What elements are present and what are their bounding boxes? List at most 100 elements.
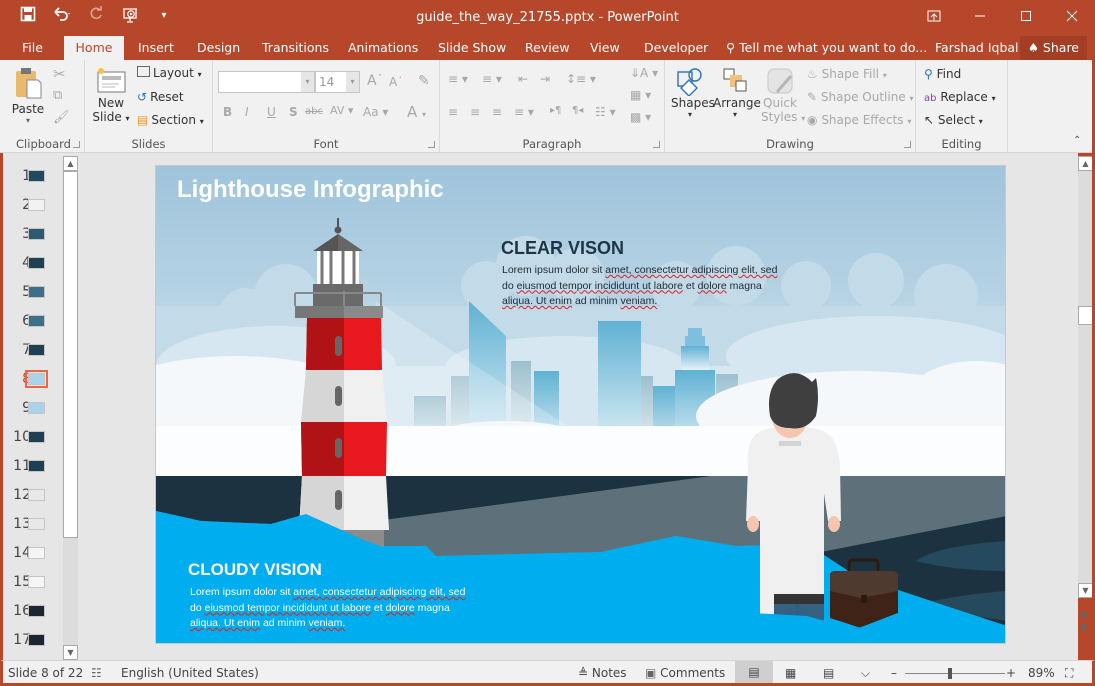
quick-styles-button[interactable]: Quick Styles ▾ [761, 66, 805, 124]
ribbon-display-options-icon[interactable] [911, 0, 957, 32]
slide-thumbnail[interactable]: 14 [3, 543, 65, 563]
slide-thumbnail-image[interactable] [28, 344, 45, 356]
slide-thumbnail[interactable]: 15 [3, 572, 65, 592]
italic-icon[interactable]: I [245, 105, 249, 119]
slide-thumbnail[interactable]: 12 [3, 485, 65, 505]
increase-indent-icon[interactable]: ⇥ [540, 72, 550, 86]
align-left-icon[interactable]: ≡ [448, 105, 458, 119]
notes-button[interactable]: ≜ Notes [578, 666, 627, 680]
scroll-thumb[interactable] [63, 171, 78, 538]
paragraph-launcher[interactable] [653, 141, 660, 148]
arrange-button[interactable]: Arrange ▾ [713, 66, 761, 119]
copy-icon[interactable]: ⧉ [53, 88, 62, 103]
bullets-icon[interactable]: ≡ ▾ [448, 72, 468, 86]
scroll-down-button[interactable]: ▼ [63, 645, 78, 660]
find-button[interactable]: ⚲ Find [924, 67, 961, 81]
maximize-icon[interactable] [1003, 0, 1049, 32]
slide-thumbnail[interactable]: 11 [3, 456, 65, 476]
slide-thumbnail-image[interactable] [28, 634, 45, 646]
tab-home[interactable]: Home [64, 36, 124, 60]
slide-thumbnail-image[interactable] [28, 315, 45, 327]
scroll-down-button[interactable]: ▼ [1078, 583, 1093, 598]
zoom-level[interactable]: 89% [1028, 666, 1055, 680]
slide-thumbnail-image[interactable] [28, 431, 45, 443]
slide-thumbnail-image[interactable] [28, 547, 45, 559]
user-name[interactable]: Farshad Iqbal [925, 36, 1029, 60]
slide-thumbnail-image[interactable] [28, 257, 45, 269]
smartart-icon[interactable]: ▩ ▾ [630, 110, 651, 124]
language-indicator[interactable]: English (United States) [121, 666, 259, 680]
tab-animations[interactable]: Animations [338, 36, 428, 60]
shapes-button[interactable]: Shapes ▾ [671, 66, 715, 119]
change-case-icon[interactable]: Aa ▾ [363, 105, 388, 119]
font-name-input[interactable]: ▾ [218, 71, 315, 93]
slide-thumbnail[interactable]: 13 [3, 514, 65, 534]
slide-thumbnail[interactable]: 16 [3, 601, 65, 621]
slide-thumbnail-image[interactable] [28, 170, 45, 182]
tab-developer[interactable]: Developer [634, 36, 718, 60]
format-painter-icon[interactable]: 🖌︎ [53, 110, 70, 125]
replace-button[interactable]: ab Replace ▾ [924, 90, 996, 104]
tell-me-box[interactable]: ⚲ Tell me what you want to do... [716, 36, 937, 60]
shape-outline-button[interactable]: ✎ Shape Outline ▾ [807, 90, 914, 104]
drawing-launcher[interactable] [904, 141, 911, 148]
close-icon[interactable] [1049, 0, 1095, 32]
slide-thumbnail-image[interactable] [28, 489, 45, 501]
new-slide-button[interactable]: New Slide ▾ [91, 66, 131, 124]
cloudy-vision-text[interactable]: Lorem ipsum dolor sit amet, consectetur … [190, 585, 490, 632]
align-center-icon[interactable]: ≡ [470, 105, 480, 119]
thumbnail-scrollbar[interactable]: ▲ ▼ [63, 156, 78, 660]
decrease-indent-icon[interactable]: ⇤ [518, 72, 528, 86]
slide-thumbnail-image[interactable] [28, 402, 45, 414]
shadow-icon[interactable]: S [289, 105, 298, 119]
slide-thumbnail-image[interactable] [28, 576, 45, 588]
tab-transitions[interactable]: Transitions [252, 36, 339, 60]
slide-thumbnail[interactable]: 4 [3, 253, 65, 273]
zoom-out-button[interactable]: – [891, 666, 897, 680]
scroll-up-button[interactable]: ▲ [63, 156, 78, 171]
normal-view-button[interactable]: ▤ [735, 661, 773, 683]
font-launcher[interactable] [428, 141, 435, 148]
clear-formatting-icon[interactable]: ✎ [418, 73, 430, 89]
spell-check-icon[interactable]: ☷ [91, 666, 102, 680]
zoom-in-button[interactable]: + [1006, 666, 1016, 680]
tab-view[interactable]: View [580, 36, 630, 60]
zoom-slider[interactable] [905, 668, 1005, 679]
next-slide-icon[interactable]: ▼ [1080, 623, 1088, 634]
slide-thumbnail[interactable]: 5 [3, 282, 65, 302]
font-color-icon[interactable]: A ▾ [407, 103, 426, 121]
font-size-input[interactable]: 14 ▾ [315, 71, 360, 93]
slide-thumbnail-image[interactable] [25, 370, 48, 388]
shape-fill-button[interactable]: ♨ Shape Fill ▾ [807, 67, 887, 81]
scroll-thumb[interactable] [1078, 306, 1093, 325]
slide-title[interactable]: Lighthouse Infographic [177, 176, 444, 204]
character-spacing-icon[interactable]: AV ▾ [330, 104, 353, 117]
numbering-icon[interactable]: ≡ ▾ [482, 72, 502, 86]
comments-button[interactable]: ▣ Comments [645, 666, 725, 680]
grow-font-icon[interactable]: A˙ [367, 73, 384, 89]
tab-file[interactable]: File [12, 36, 53, 60]
text-direction-icon[interactable]: ⇓A ▾ [630, 66, 658, 80]
clipboard-launcher[interactable] [73, 141, 80, 148]
tab-design[interactable]: Design [187, 36, 250, 60]
bold-icon[interactable]: B [223, 105, 232, 119]
slide-thumbnail[interactable]: 10 [3, 427, 65, 447]
font-name-dropdown-icon[interactable]: ▾ [301, 72, 314, 92]
slide-thumbnail[interactable]: 3 [3, 224, 65, 244]
slide-thumbnail-image[interactable] [28, 228, 45, 240]
slide-thumbnail-image[interactable] [28, 199, 45, 211]
layout-button[interactable]: Layout ▾ [137, 66, 202, 80]
slide-thumbnail-image[interactable] [28, 605, 45, 617]
slide[interactable]: Lighthouse Infographic CLEAR VISON Lorem… [155, 165, 1006, 644]
share-button[interactable]: ♠︎ Share [1019, 36, 1087, 60]
shrink-font-icon[interactable]: A˙ [389, 75, 403, 89]
slide-thumbnail[interactable]: 8 [3, 369, 65, 389]
cut-icon[interactable]: ✂ [53, 65, 66, 83]
clear-vision-text[interactable]: Lorem ipsum dolor sit amet, consectetur … [502, 263, 802, 310]
slide-thumbnail[interactable]: 17 [3, 630, 65, 650]
scroll-up-button[interactable]: ▲ [1078, 156, 1093, 171]
underline-icon[interactable]: U [267, 105, 276, 119]
editor-scrollbar[interactable]: ▲ ▼ [1078, 156, 1093, 598]
line-spacing-icon[interactable]: ↕≡ ▾ [566, 72, 596, 86]
align-right-icon[interactable]: ≡ [492, 105, 502, 119]
